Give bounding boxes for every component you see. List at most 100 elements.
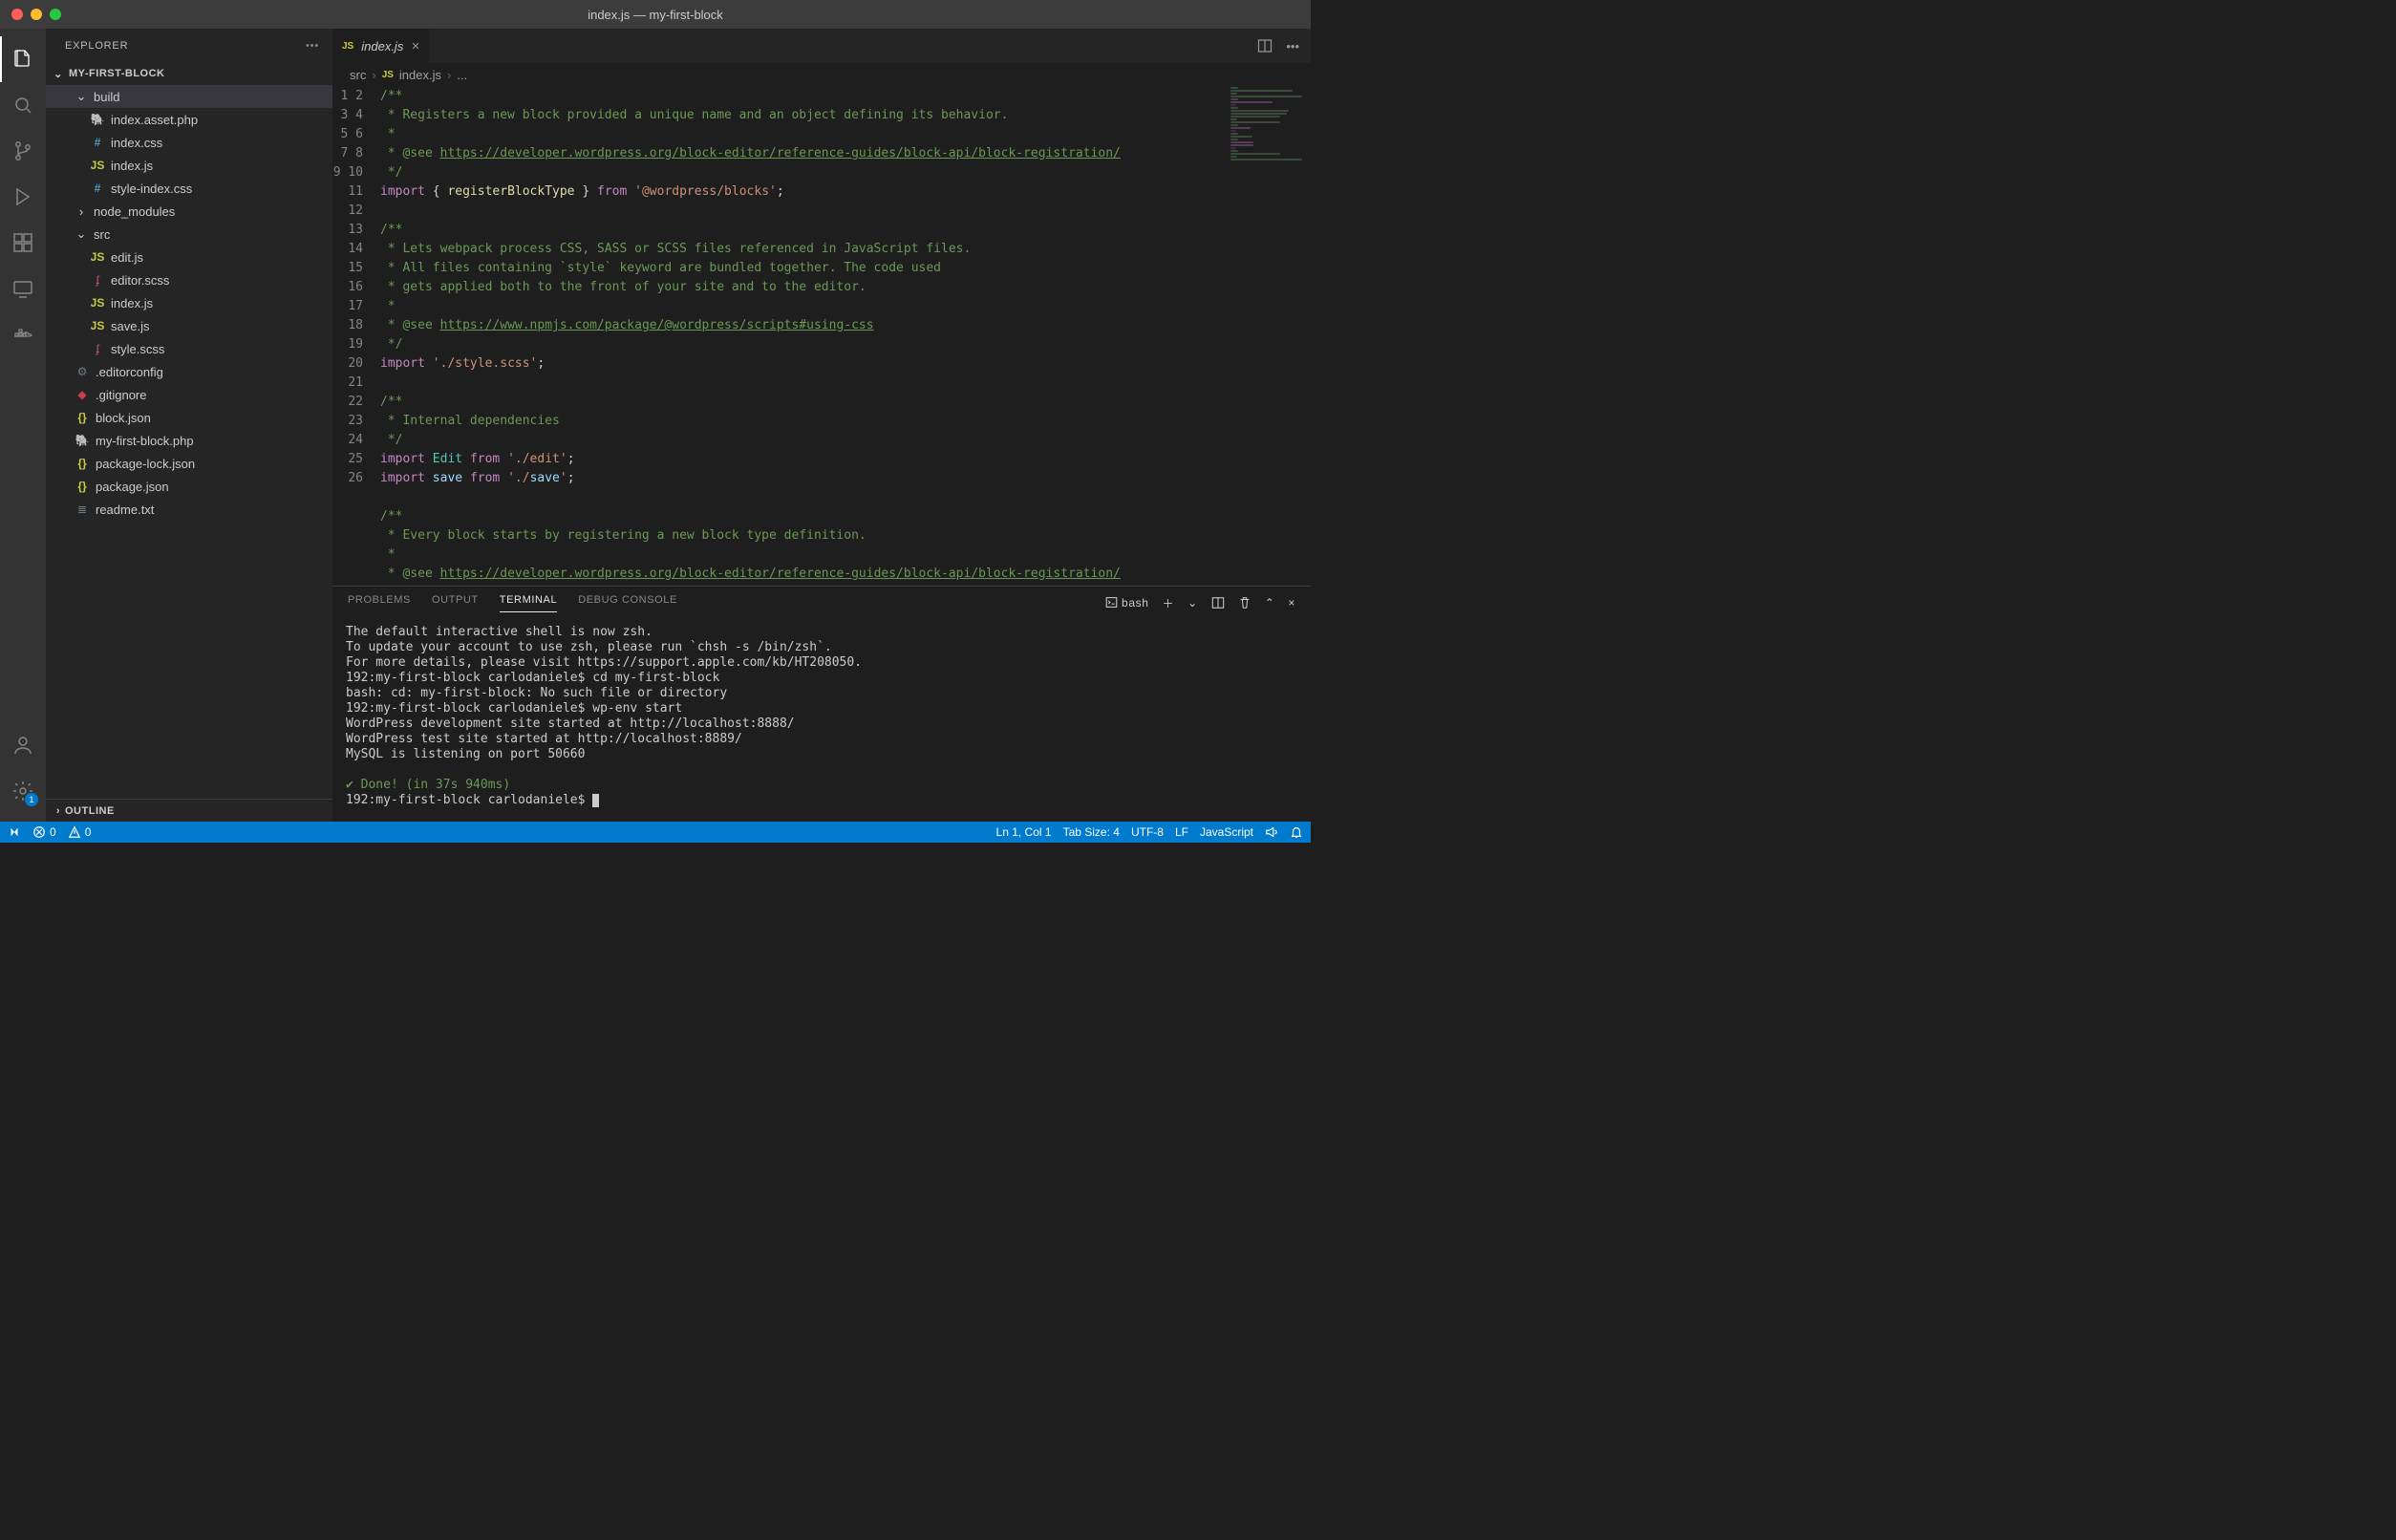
status-remote[interactable] — [8, 825, 21, 839]
css-icon: # — [90, 182, 105, 195]
folder-label: node_modules — [94, 204, 175, 219]
panel-tab-problems[interactable]: PROBLEMS — [348, 594, 411, 611]
panel-tab-terminal[interactable]: TERMINAL — [500, 594, 557, 612]
file-item[interactable]: JSindex.js — [46, 154, 332, 177]
explorer-label: EXPLORER — [65, 40, 128, 52]
activity-extensions[interactable] — [0, 220, 46, 266]
terminal-icon — [1105, 596, 1118, 609]
activity-docker[interactable] — [0, 311, 46, 357]
scss-icon: ʄ — [90, 342, 105, 355]
minimize-window-button[interactable] — [31, 9, 42, 20]
activity-remote[interactable] — [0, 266, 46, 311]
close-panel-icon[interactable]: × — [1288, 596, 1295, 610]
file-item[interactable]: ʄ style.scss — [46, 337, 332, 360]
status-eol[interactable]: LF — [1175, 825, 1188, 839]
file-tree: ⌄ build 🐘index.asset.php #index.css JSin… — [46, 85, 332, 799]
panel-tab-output[interactable]: OUTPUT — [432, 594, 479, 611]
breadcrumb[interactable]: src › JS index.js › ... — [332, 63, 1311, 86]
activity-run-debug[interactable] — [0, 174, 46, 220]
close-icon[interactable]: × — [411, 38, 419, 54]
js-icon: JS — [382, 70, 394, 80]
terminal-output[interactable]: The default interactive shell is now zsh… — [332, 619, 1311, 822]
file-item[interactable]: ≣ readme.txt — [46, 498, 332, 521]
file-item[interactable]: {}package.json — [46, 475, 332, 498]
activity-search[interactable] — [0, 82, 46, 128]
file-item[interactable]: {} package-lock.json — [46, 452, 332, 475]
explorer-sidebar: EXPLORER ••• ⌄ MY-FIRST-BLOCK ⌄ build 🐘i… — [46, 29, 332, 822]
tab-index-js[interactable]: JS index.js × — [332, 29, 430, 63]
panel-tabs: PROBLEMS OUTPUT TERMINAL DEBUG CONSOLE b… — [332, 587, 1311, 619]
maximize-panel-icon[interactable]: ⌃ — [1265, 596, 1275, 610]
editor-body[interactable]: 1 2 3 4 5 6 7 8 9 10 11 12 13 14 15 16 1… — [332, 86, 1311, 586]
file-item[interactable]: #style-index.css — [46, 177, 332, 200]
status-warnings[interactable]: 0 — [68, 825, 92, 839]
file-label: .gitignore — [96, 388, 146, 402]
status-language[interactable]: JavaScript — [1200, 825, 1253, 839]
main-layout: 1 EXPLORER ••• ⌄ MY-FIRST-BLOCK ⌄ build … — [0, 29, 1311, 822]
project-header[interactable]: ⌄ MY-FIRST-BLOCK — [46, 62, 332, 85]
more-icon[interactable]: ••• — [1286, 39, 1299, 53]
file-item[interactable]: JSedit.js — [46, 246, 332, 268]
kill-terminal-icon[interactable] — [1238, 596, 1251, 610]
json-icon: {} — [75, 480, 90, 493]
file-label: style.scss — [111, 342, 164, 356]
file-label: index.js — [111, 296, 153, 310]
minimap[interactable] — [1225, 86, 1311, 586]
file-item[interactable]: {}block.json — [46, 406, 332, 429]
activity-source-control[interactable] — [0, 128, 46, 174]
file-item[interactable]: 🐘index.asset.php — [46, 108, 332, 131]
status-tabsize[interactable]: Tab Size: 4 — [1063, 825, 1120, 839]
user-icon — [11, 734, 34, 757]
chevron-right-icon: › — [447, 68, 451, 82]
folder-build[interactable]: ⌄ build — [46, 85, 332, 108]
json-icon: {} — [75, 411, 90, 424]
folder-node-modules[interactable]: › node_modules — [46, 200, 332, 223]
docker-icon — [11, 323, 34, 346]
explorer-header: EXPLORER ••• — [46, 29, 332, 62]
file-item[interactable]: 🐘my-first-block.php — [46, 429, 332, 452]
split-editor-icon[interactable] — [1257, 38, 1273, 53]
explorer-more-icon[interactable]: ••• — [306, 40, 319, 52]
status-feedback-icon[interactable] — [1265, 825, 1278, 839]
file-item[interactable]: JSindex.js — [46, 291, 332, 314]
breadcrumb-segment[interactable]: src — [350, 68, 366, 82]
file-label: editor.scss — [111, 273, 169, 288]
activity-explorer[interactable] — [0, 36, 46, 82]
chevron-down-icon[interactable]: ⌄ — [1187, 596, 1198, 610]
breadcrumb-segment[interactable]: ... — [457, 68, 467, 82]
txt-icon: ≣ — [75, 503, 90, 516]
code-content[interactable]: /** * Registers a new block provided a u… — [380, 86, 1225, 586]
activity-settings[interactable]: 1 — [0, 768, 46, 814]
file-item[interactable]: ʄeditor.scss — [46, 268, 332, 291]
panel-tab-debug-console[interactable]: DEBUG CONSOLE — [578, 594, 677, 611]
folder-src[interactable]: ⌄ src — [46, 223, 332, 246]
line-gutter: 1 2 3 4 5 6 7 8 9 10 11 12 13 14 15 16 1… — [332, 86, 380, 586]
json-icon: {} — [75, 457, 90, 470]
status-bell-icon[interactable] — [1290, 825, 1303, 839]
status-encoding[interactable]: UTF-8 — [1131, 825, 1164, 839]
status-errors[interactable]: 0 — [32, 825, 56, 839]
file-item[interactable]: ◆ .gitignore — [46, 383, 332, 406]
maximize-window-button[interactable] — [50, 9, 61, 20]
split-terminal-icon[interactable] — [1211, 596, 1225, 610]
error-icon — [32, 825, 46, 839]
outline-header[interactable]: › OUTLINE — [46, 799, 332, 822]
megaphone-icon — [1265, 825, 1278, 839]
file-label: readme.txt — [96, 503, 154, 517]
git-icon: ◆ — [75, 388, 90, 401]
close-window-button[interactable] — [11, 9, 23, 20]
file-item[interactable]: JSsave.js — [46, 314, 332, 337]
file-item[interactable]: ⚙.editorconfig — [46, 360, 332, 383]
breadcrumb-segment[interactable]: index.js — [399, 68, 441, 82]
terminal-shell-label[interactable]: bash — [1105, 596, 1148, 610]
play-bug-icon — [11, 185, 34, 208]
file-label: edit.js — [111, 250, 143, 265]
file-label: index.js — [111, 159, 153, 173]
outline-label: OUTLINE — [65, 805, 115, 817]
new-terminal-icon[interactable]: ＋ — [1162, 595, 1174, 611]
file-item[interactable]: #index.css — [46, 131, 332, 154]
activity-accounts[interactable] — [0, 722, 46, 768]
bottom-panel: PROBLEMS OUTPUT TERMINAL DEBUG CONSOLE b… — [332, 586, 1311, 822]
file-label: package-lock.json — [96, 457, 195, 471]
status-cursor[interactable]: Ln 1, Col 1 — [996, 825, 1052, 839]
